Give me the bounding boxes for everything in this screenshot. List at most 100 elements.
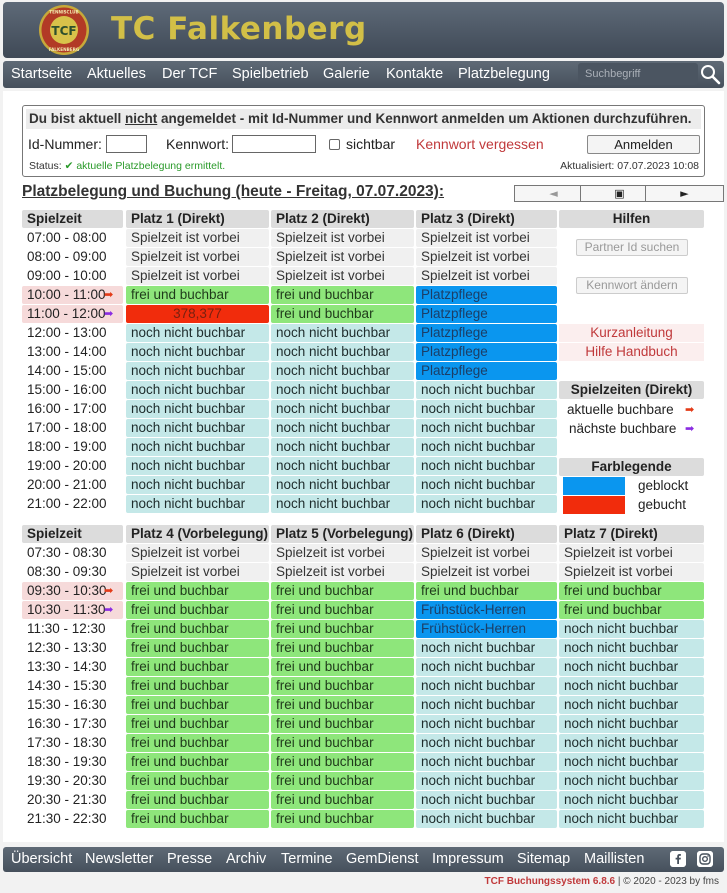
court-slot[interactable]: frei und buchbar — [126, 639, 269, 657]
facebook-icon[interactable] — [670, 851, 686, 867]
nav-aktuelles[interactable]: Aktuelles — [87, 66, 146, 82]
change-password-button[interactable]: Kennwort ändern — [576, 277, 688, 294]
grid1-header-1: Platz 1 (Direkt) — [126, 210, 269, 228]
court-slot: noch nicht buchbar — [416, 772, 557, 790]
nav-der-tcf[interactable]: Der TCF — [162, 66, 217, 82]
footer-archiv[interactable]: Archiv — [226, 851, 266, 867]
search-input[interactable]: Suchbegriff — [578, 63, 698, 85]
court-slot[interactable]: frei und buchbar — [126, 810, 269, 828]
short-guide-link[interactable]: Kurzanleitung — [559, 324, 704, 342]
footer-nav: Übersicht Newsletter Presse Archiv Termi… — [3, 847, 724, 872]
court-slot[interactable]: frei und buchbar — [271, 810, 414, 828]
court-slot[interactable]: frei und buchbar — [126, 791, 269, 809]
footer-impressum[interactable]: Impressum — [432, 851, 504, 867]
court-slot[interactable]: frei und buchbar — [271, 677, 414, 695]
court-slot[interactable]: frei und buchbar — [126, 734, 269, 752]
time-slot: 07:30 - 08:30 — [22, 544, 123, 562]
court-slot: noch nicht buchbar — [271, 419, 414, 437]
time-slot: 20:30 - 21:30 — [22, 791, 123, 809]
court-slot: noch nicht buchbar — [416, 419, 557, 437]
site-title[interactable]: TC Falkenberg — [111, 11, 367, 47]
court-slot: Spielzeit ist vorbei — [271, 229, 414, 247]
court-slot: noch nicht buchbar — [416, 495, 557, 513]
court-slot: noch nicht buchbar — [559, 734, 704, 752]
search-icon[interactable] — [699, 63, 721, 85]
footer-uebersicht[interactable]: Übersicht — [11, 851, 72, 867]
court-slot: noch nicht buchbar — [416, 715, 557, 733]
court-slot[interactable]: frei und buchbar — [271, 601, 414, 619]
login-button[interactable]: Anmelden — [587, 135, 700, 154]
nav-spielbetrieb[interactable]: Spielbetrieb — [232, 66, 309, 82]
court-slot: noch nicht buchbar — [271, 438, 414, 456]
show-password-checkbox[interactable] — [329, 139, 340, 150]
court-slot[interactable]: frei und buchbar — [126, 753, 269, 771]
forgot-password-link[interactable]: Kennwort vergessen — [416, 136, 544, 152]
court-slot[interactable]: frei und buchbar — [271, 696, 414, 714]
court-slot[interactable]: frei und buchbar — [126, 620, 269, 638]
time-slot: 15:30 - 16:30 — [22, 696, 123, 714]
court-slot: noch nicht buchbar — [416, 734, 557, 752]
court-slot: Frühstück-Herren — [416, 601, 557, 619]
footer-termine[interactable]: Termine — [281, 851, 333, 867]
court-slot: noch nicht buchbar — [416, 791, 557, 809]
court-slot[interactable]: frei und buchbar — [126, 677, 269, 695]
logo-ring-bottom: FALKENBERG — [49, 47, 80, 52]
footer-sitemap[interactable]: Sitemap — [517, 851, 570, 867]
court-slot[interactable]: frei und buchbar — [271, 772, 414, 790]
court-slot[interactable]: frei und buchbar — [416, 582, 557, 600]
login-box: Du bist aktuell nicht angemeldet - mit I… — [22, 105, 705, 177]
court-slot[interactable]: frei und buchbar — [126, 286, 269, 304]
time-slot: 17:30 - 18:30 — [22, 734, 123, 752]
grid1-header-3: Platz 3 (Direkt) — [416, 210, 557, 228]
time-slot: 19:00 - 20:00 — [22, 457, 123, 475]
court-slot[interactable]: frei und buchbar — [271, 286, 414, 304]
footer-presse[interactable]: Presse — [167, 851, 212, 867]
court-slot: Spielzeit ist vorbei — [126, 248, 269, 266]
nav-galerie[interactable]: Galerie — [323, 66, 370, 82]
court-slot[interactable]: frei und buchbar — [271, 639, 414, 657]
court-slot: 378,377 — [126, 305, 269, 323]
court-slot[interactable]: frei und buchbar — [271, 753, 414, 771]
nav-kontakte[interactable]: Kontakte — [386, 66, 443, 82]
court-slot[interactable]: frei und buchbar — [126, 601, 269, 619]
court-slot[interactable]: frei und buchbar — [126, 772, 269, 790]
partner-search-button[interactable]: Partner Id suchen — [576, 239, 688, 256]
password-input[interactable] — [232, 135, 316, 153]
club-logo[interactable]: TCF TENNISCLUB FALKENBERG — [33, 4, 95, 56]
footer-gemdienst[interactable]: GemDienst — [346, 851, 419, 867]
instagram-icon[interactable] — [697, 851, 713, 867]
nav-platzbelegung[interactable]: Platzbelegung — [458, 66, 550, 82]
court-slot[interactable]: frei und buchbar — [126, 658, 269, 676]
court-slot[interactable]: frei und buchbar — [271, 620, 414, 638]
court-slot[interactable]: frei und buchbar — [271, 734, 414, 752]
court-slot[interactable]: frei und buchbar — [271, 791, 414, 809]
court-slot[interactable]: frei und buchbar — [126, 715, 269, 733]
court-slot[interactable]: frei und buchbar — [126, 582, 269, 600]
court-slot: noch nicht buchbar — [416, 696, 557, 714]
time-slot: 11:00 - 12:00 ➡ — [22, 305, 123, 323]
court-slot: Spielzeit ist vorbei — [126, 544, 269, 562]
copyright: TCF Buchungssystem 6.8.6 | © 2020 - 2023… — [484, 876, 720, 887]
nav-startseite[interactable]: Startseite — [11, 66, 72, 82]
court-slot: noch nicht buchbar — [559, 639, 704, 657]
manual-link[interactable]: Hilfe Handbuch — [559, 343, 704, 361]
court-slot[interactable]: frei und buchbar — [126, 696, 269, 714]
footer-maillisten[interactable]: Maillisten — [584, 851, 644, 867]
court-slot[interactable]: frei und buchbar — [271, 305, 414, 323]
next-day-button[interactable]: ► — [645, 185, 724, 202]
court-slot: Spielzeit ist vorbei — [416, 563, 557, 581]
court-slot[interactable]: frei und buchbar — [559, 601, 704, 619]
time-slot: 09:30 - 10:30 ➡ — [22, 582, 123, 600]
court-slot: Platzpflege — [416, 362, 557, 380]
court-slot[interactable]: frei und buchbar — [559, 582, 704, 600]
grid1-header-2: Platz 2 (Direkt) — [271, 210, 414, 228]
footer-newsletter[interactable]: Newsletter — [85, 851, 154, 867]
court-slot: noch nicht buchbar — [126, 438, 269, 456]
time-slot: 21:30 - 22:30 — [22, 810, 123, 828]
court-slot: noch nicht buchbar — [126, 419, 269, 437]
time-slot: 16:30 - 17:30 — [22, 715, 123, 733]
court-slot[interactable]: frei und buchbar — [271, 658, 414, 676]
court-slot[interactable]: frei und buchbar — [271, 715, 414, 733]
court-slot[interactable]: frei und buchbar — [271, 582, 414, 600]
id-input[interactable] — [106, 135, 147, 153]
